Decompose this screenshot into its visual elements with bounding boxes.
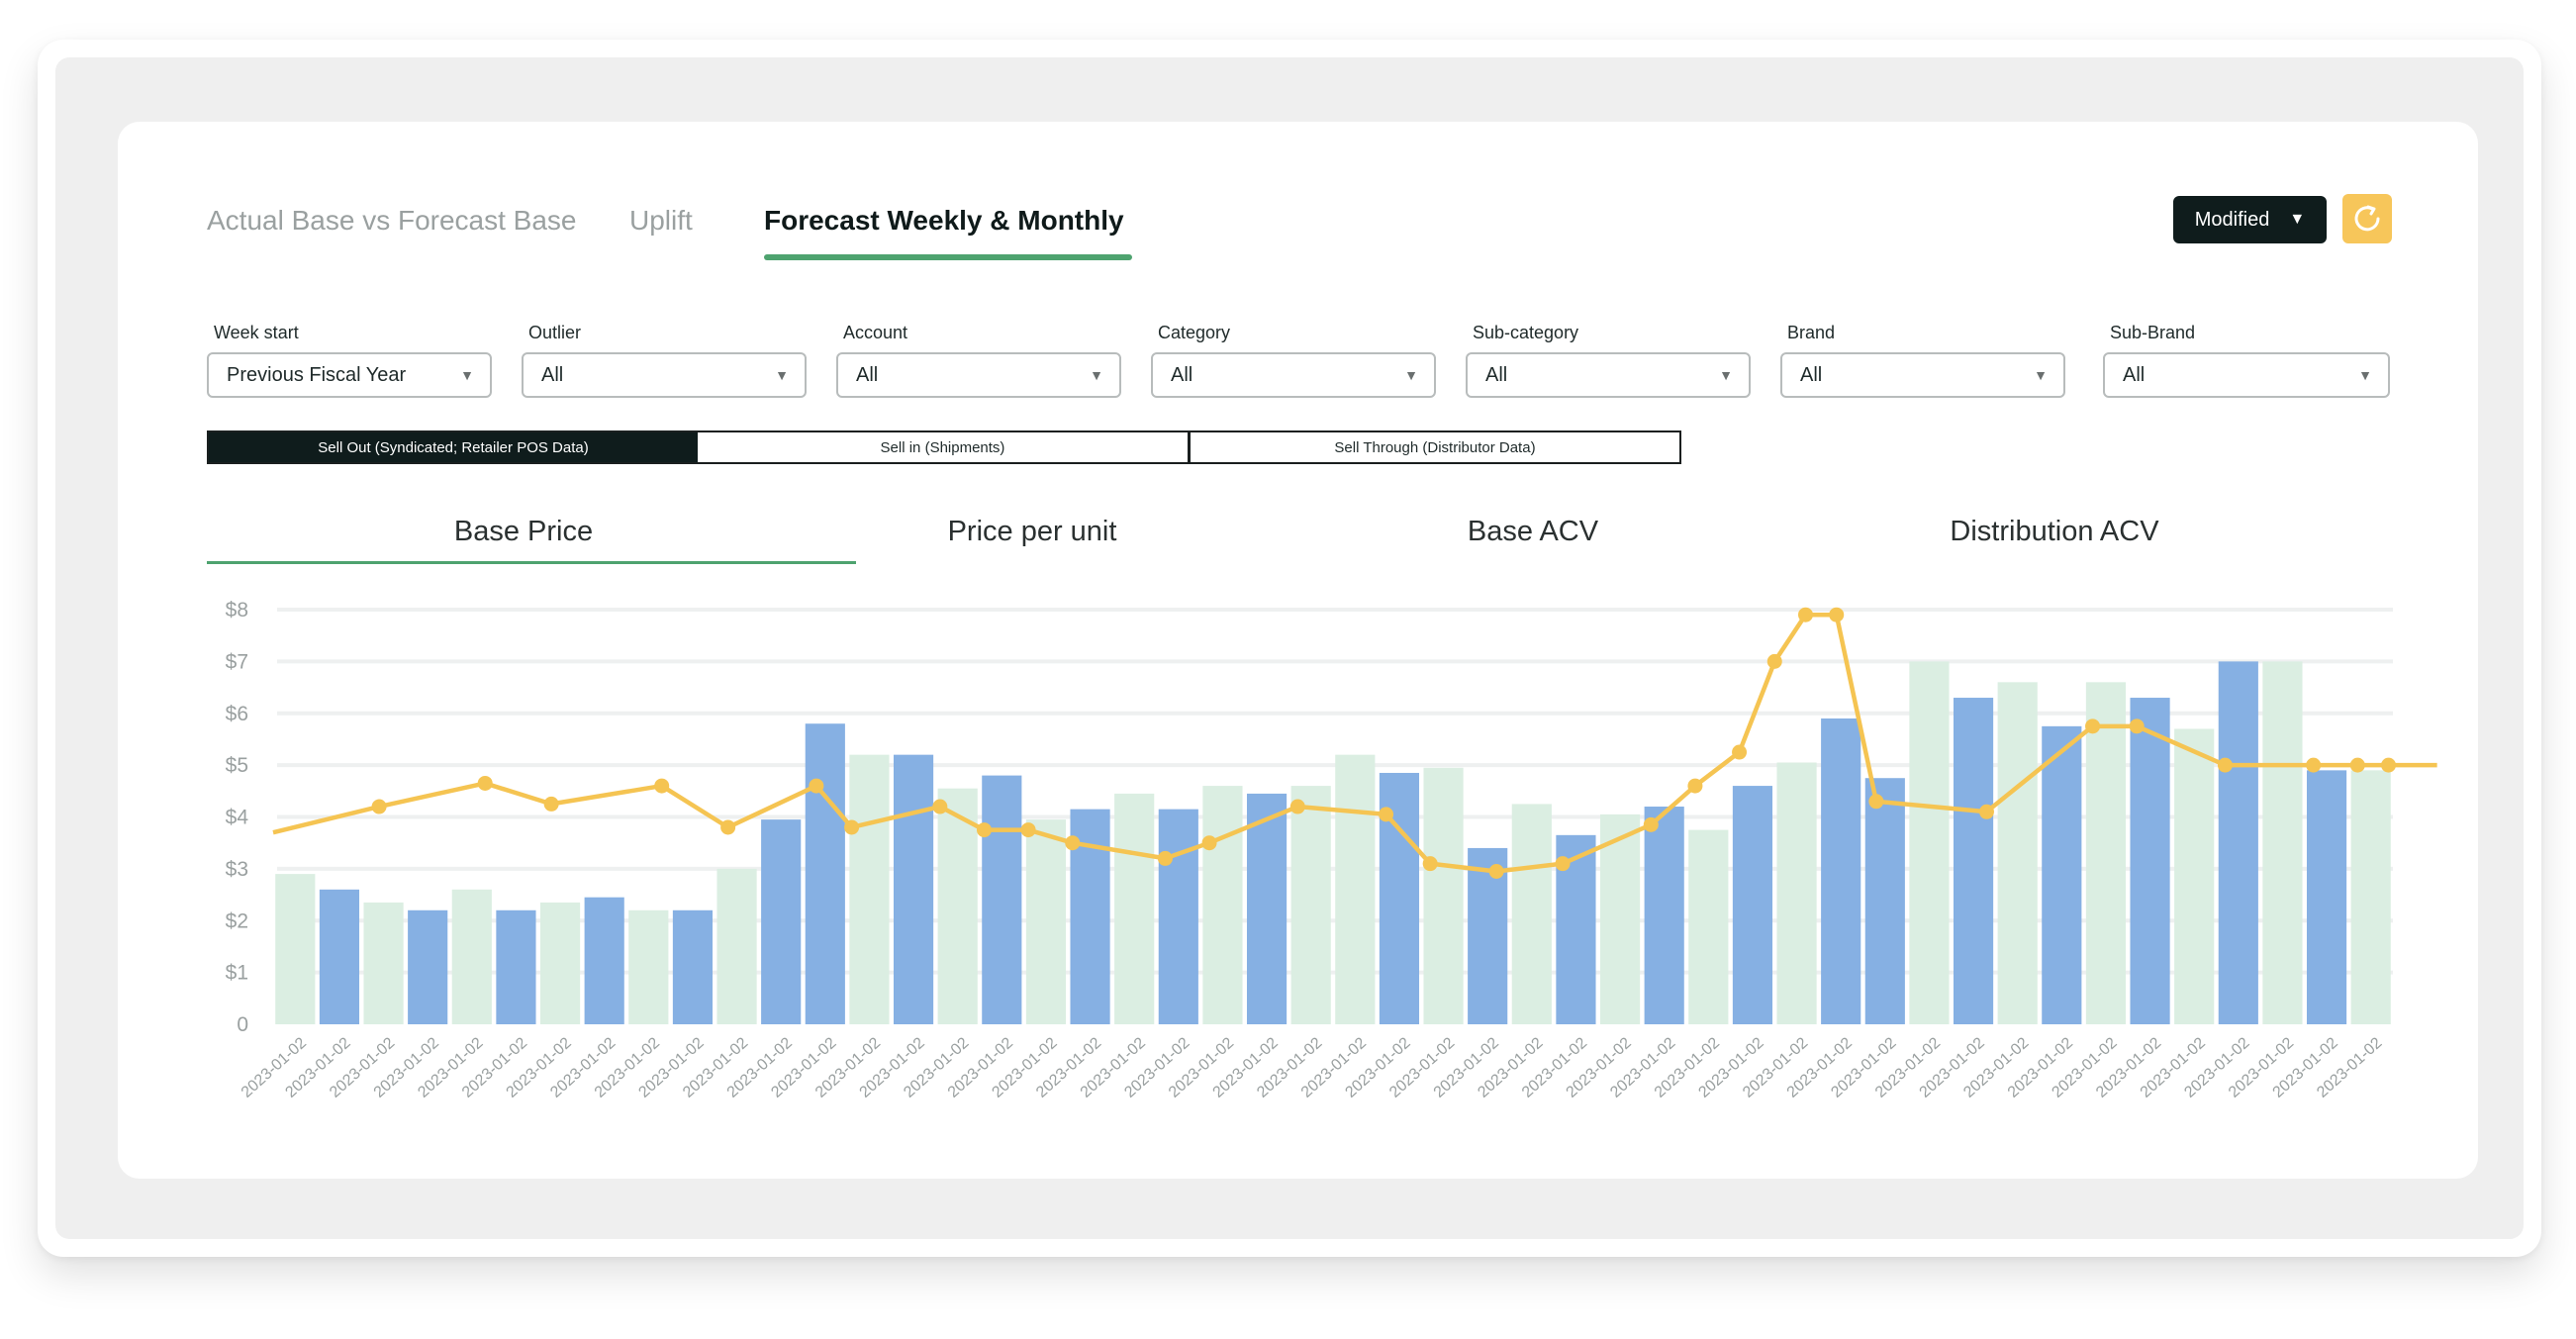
- line-point: [844, 819, 859, 834]
- chart-bar: [673, 910, 713, 1024]
- line-point: [2218, 758, 2233, 773]
- line-point: [1021, 822, 1036, 837]
- line-point: [2306, 758, 2321, 773]
- chart-bar: [1776, 763, 1816, 1024]
- chart-bar: [320, 890, 359, 1024]
- y-tick-label: $3: [226, 858, 248, 881]
- chart-bar: [1821, 718, 1860, 1024]
- line-point: [1829, 608, 1844, 622]
- line-point: [1767, 654, 1782, 669]
- line-point: [1644, 817, 1659, 832]
- chart-bar: [1998, 682, 2038, 1024]
- chart-bar: [496, 910, 535, 1024]
- chart-bar: [1512, 804, 1552, 1024]
- line-point: [1489, 864, 1504, 879]
- y-tick-label: $7: [226, 650, 248, 673]
- chart-bar: [2262, 661, 2302, 1024]
- chart-bar: [585, 898, 624, 1024]
- chart-bar: [1202, 786, 1242, 1024]
- chart-bar: [806, 723, 845, 1024]
- line-point: [1290, 800, 1305, 814]
- chart-bar: [982, 776, 1021, 1024]
- y-axis-ticks: 0 $1 $2 $3 $4 $5 $6 $7 $8: [226, 599, 249, 1036]
- chart-bar: [275, 874, 315, 1024]
- chart-bar: [2219, 661, 2258, 1024]
- line-point: [1556, 856, 1571, 871]
- chart-bar: [1909, 661, 1949, 1024]
- y-tick-label: $8: [226, 599, 248, 622]
- chart-bar: [1335, 755, 1375, 1024]
- line-point: [1979, 805, 1994, 819]
- y-tick-label: $5: [226, 754, 248, 777]
- line-point: [1423, 856, 1438, 871]
- line-point: [544, 797, 559, 812]
- chart-bar: [849, 755, 889, 1024]
- chart-bar: [2174, 728, 2214, 1024]
- line-point: [654, 779, 669, 794]
- chart-bar: [363, 903, 403, 1024]
- chart-bar: [716, 869, 756, 1024]
- y-tick-label: 0: [237, 1013, 248, 1036]
- chart-bar: [1954, 698, 1993, 1024]
- y-tick-label: $6: [226, 703, 248, 725]
- x-axis-ticks: 2023-01-022023-01-022023-01-022023-01-02…: [239, 1034, 2386, 1100]
- chart-bar: [1247, 794, 1287, 1024]
- chart-bar: [540, 903, 580, 1024]
- chart-bar: [1114, 794, 1154, 1024]
- line-point: [932, 800, 947, 814]
- y-tick-label: $4: [226, 807, 249, 829]
- chart-bar: [452, 890, 492, 1024]
- line-point: [2130, 718, 2145, 733]
- chart-bar: [1423, 768, 1463, 1024]
- base-price-chart: 0 $1 $2 $3 $4 $5 $6 $7 $8 2023-01-022023-01-0220…: [118, 122, 2478, 1179]
- line-point: [977, 822, 992, 837]
- chart-bar: [1688, 830, 1728, 1024]
- line-point: [2085, 718, 2100, 733]
- line-point: [2350, 758, 2365, 773]
- chart-bar: [2351, 770, 2391, 1024]
- chart-bar: [1291, 786, 1331, 1024]
- dashboard-card: Actual Base vs Forecast Base Uplift Fore…: [118, 122, 2478, 1179]
- chart-bar: [761, 819, 801, 1024]
- chart-bar: [1645, 807, 1684, 1024]
- line-point: [1379, 807, 1393, 821]
- chart-bar: [2042, 726, 2081, 1024]
- chart-bar: [894, 755, 933, 1024]
- line-point: [1065, 835, 1080, 850]
- chart-bars: [275, 661, 2391, 1024]
- line-point: [809, 779, 823, 794]
- chart-bar: [1733, 786, 1772, 1024]
- chart-bar: [1159, 810, 1198, 1024]
- line-point: [1798, 608, 1813, 622]
- line-point: [1868, 794, 1883, 809]
- line-point: [720, 819, 735, 834]
- chart-bar: [408, 910, 447, 1024]
- chart-bar: [628, 910, 668, 1024]
- chart-bar: [1026, 819, 1066, 1024]
- y-tick-label: $2: [226, 909, 248, 932]
- chart-bar: [2130, 698, 2169, 1024]
- line-point: [2381, 758, 2396, 773]
- y-tick-label: $1: [226, 962, 248, 985]
- line-point: [1687, 779, 1702, 794]
- line-point: [1732, 745, 1747, 760]
- line-point: [372, 800, 387, 814]
- line-point: [478, 776, 493, 791]
- line-point: [1202, 835, 1217, 850]
- chart-bar: [1865, 778, 1905, 1024]
- line-point: [1158, 851, 1173, 866]
- chart-bar: [2307, 770, 2346, 1024]
